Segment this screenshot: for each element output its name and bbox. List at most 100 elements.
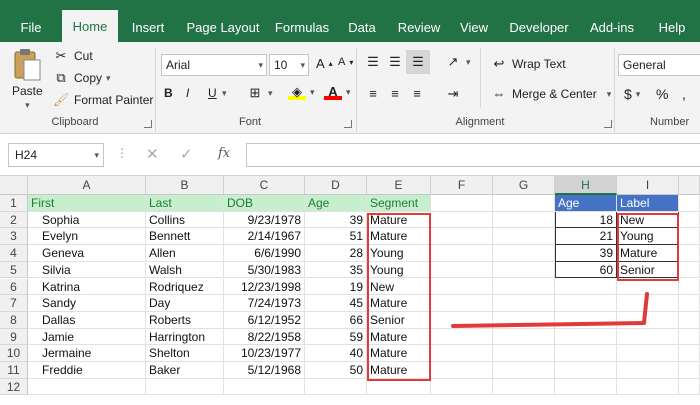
tab-view[interactable]: View [452,13,496,42]
cell[interactable] [617,378,679,396]
align-right-button[interactable]: ≡ [408,86,426,102]
cut-button[interactable]: ✂ Cut [52,48,93,64]
cell[interactable] [431,195,493,212]
column-header-a[interactable]: A [28,176,146,195]
underline-button[interactable]: U [208,86,217,100]
name-box[interactable]: H24 ▾ [8,143,104,167]
cell[interactable] [431,245,493,262]
font-size-combo[interactable]: 10 ▾ [269,54,309,76]
tab-help[interactable]: Help [650,13,694,42]
row-header-2[interactable]: 2 [0,211,28,229]
table-cell[interactable]: 66 [305,311,367,329]
table-cell[interactable]: 10/23/1977 [224,345,305,362]
table-cell[interactable]: 50 [305,362,367,379]
row-header-10[interactable]: 10 [0,345,28,362]
cell[interactable] [493,345,555,362]
cell[interactable] [679,295,700,312]
align-left-button[interactable]: ≡ [364,86,382,102]
middle-align-button[interactable]: ☰ [386,54,404,70]
table-cell[interactable]: Jamie [28,328,146,346]
row-header-11[interactable]: 11 [0,362,28,379]
table-cell[interactable]: Evelyn [28,228,146,246]
format-painter-button[interactable]: 🖌 Format Painter [52,92,154,108]
lookup-cell[interactable]: 21 [555,228,617,246]
tab-review[interactable]: Review [392,13,446,42]
underline-dropdown-icon[interactable]: ▾ [222,88,227,99]
paste-button[interactable]: Paste ▾ [12,48,43,111]
column-header-e[interactable]: E [367,176,431,195]
table-cell[interactable]: 7/24/1973 [224,295,305,312]
row-header-5[interactable]: 5 [0,261,28,279]
lookup-cell[interactable]: 18 [555,211,617,229]
row-header-12[interactable]: 12 [0,378,28,396]
table-cell[interactable]: Sophia [28,211,146,229]
font-color-button[interactable]: A ▾ [324,84,351,100]
insert-function-icon[interactable]: fx [218,146,230,161]
table-header-cell[interactable]: Age [305,195,367,212]
lookup-cell[interactable]: 39 [555,245,617,262]
decrease-font-button[interactable]: A ▾ [338,56,353,68]
table-cell[interactable]: Sandy [28,295,146,312]
column-header-c[interactable]: C [224,176,305,195]
cell[interactable] [367,378,431,396]
row-header-7[interactable]: 7 [0,295,28,312]
cell[interactable] [493,261,555,279]
table-cell[interactable]: Day [146,295,224,312]
cell[interactable] [679,378,700,396]
row-header-4[interactable]: 4 [0,245,28,262]
cell[interactable] [493,228,555,246]
cell[interactable] [679,245,700,262]
cell[interactable] [679,261,700,279]
table-cell[interactable]: Baker [146,362,224,379]
cell[interactable] [679,345,700,362]
column-header-next[interactable] [679,176,700,195]
table-header-cell[interactable]: First [28,195,146,212]
table-cell[interactable]: Dallas [28,311,146,329]
cell[interactable] [679,211,700,229]
table-cell[interactable]: 6/12/1952 [224,311,305,329]
table-cell[interactable]: 35 [305,261,367,279]
center-button[interactable]: ≡ [386,86,404,102]
italic-button[interactable]: I [186,86,189,100]
clipboard-launcher-icon[interactable] [144,120,152,128]
formula-input[interactable] [246,143,700,167]
borders-button[interactable]: ⊞ ▾ [246,85,273,101]
table-cell[interactable]: 28 [305,245,367,262]
cell[interactable] [431,345,493,362]
table-cell[interactable]: 59 [305,328,367,346]
row-header-6[interactable]: 6 [0,278,28,296]
fill-color-button[interactable]: ◈ ▾ [288,84,315,100]
row-header-8[interactable]: 8 [0,311,28,329]
number-format-combo[interactable]: General [618,54,700,76]
wrap-text-button[interactable]: ↩ Wrap Text [490,56,566,72]
cell[interactable] [679,362,700,379]
bold-button[interactable]: B [164,86,173,100]
cell[interactable] [679,328,700,346]
row-header-3[interactable]: 3 [0,228,28,246]
table-cell[interactable]: 5/12/1968 [224,362,305,379]
cell[interactable] [493,378,555,396]
font-name-combo[interactable]: Arial ▾ [161,54,267,76]
chevron-down-icon[interactable]: ▾ [607,89,612,100]
table-cell[interactable]: Rodriquez [146,278,224,296]
tab-add-ins[interactable]: Add-ins [582,13,642,42]
table-cell[interactable]: Harrington [146,328,224,346]
column-header-i[interactable]: I [617,176,679,195]
cell[interactable] [431,261,493,279]
table-cell[interactable]: Freddie [28,362,146,379]
merge-center-button[interactable]: ⇔ Merge & Center ▾ [490,86,612,102]
table-cell[interactable]: 8/22/1958 [224,328,305,346]
table-cell[interactable]: 6/6/1990 [224,245,305,262]
lookup-header-cell[interactable]: Age [555,195,617,212]
chevron-down-icon[interactable]: ▾ [94,144,99,166]
tab-file[interactable]: File [10,13,52,42]
table-header-cell[interactable]: Segment [367,195,431,212]
cell[interactable] [431,228,493,246]
tab-page-layout[interactable]: Page Layout [180,13,266,42]
column-header-b[interactable]: B [146,176,224,195]
cancel-icon[interactable]: ✕ [146,145,159,163]
table-cell[interactable]: Roberts [146,311,224,329]
indent-button[interactable]: ⇥ [444,86,462,102]
tab-developer[interactable]: Developer [504,13,574,42]
cell[interactable] [305,378,367,396]
